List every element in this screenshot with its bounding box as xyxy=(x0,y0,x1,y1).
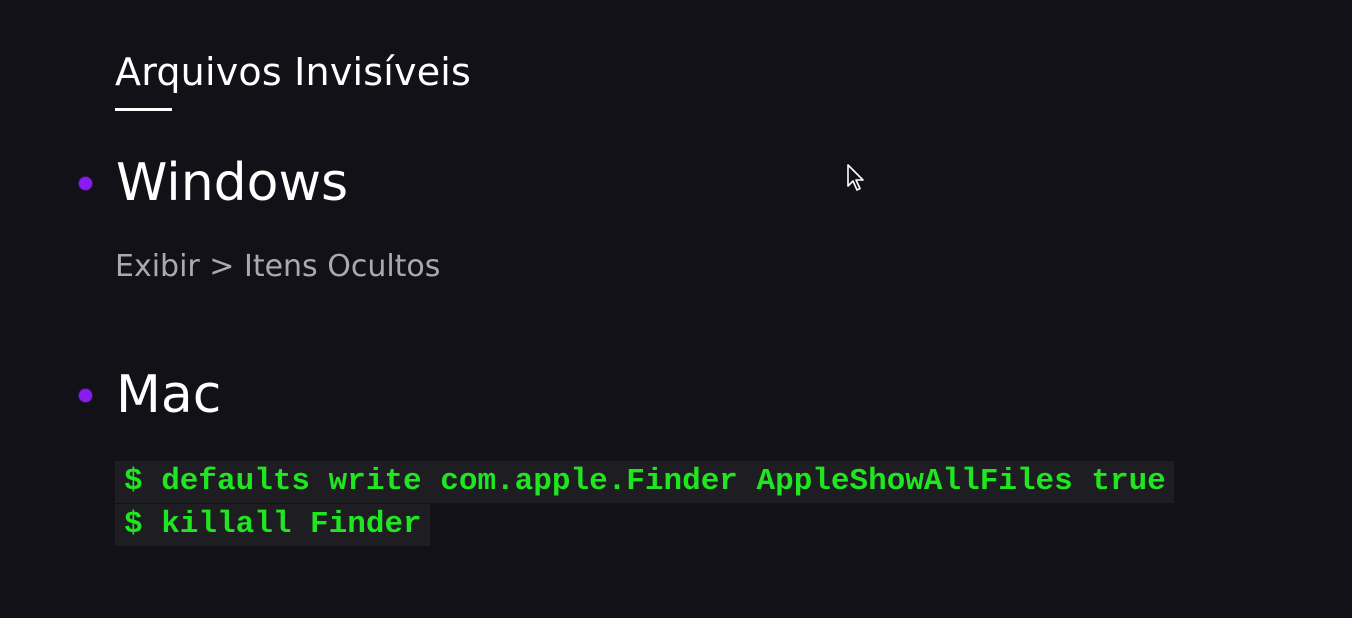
section-heading-windows: Windows xyxy=(116,153,349,213)
title-underline xyxy=(115,108,172,111)
code-line-killall: $ killall Finder xyxy=(115,504,430,546)
slide-title: Arquivos Invisíveis xyxy=(115,50,472,94)
presentation-slide: Arquivos Invisíveis Windows Exibir > Ite… xyxy=(0,0,1352,618)
mouse-pointer-icon xyxy=(847,164,864,191)
section-heading-mac: Mac xyxy=(116,365,222,425)
windows-instructions: Exibir > Itens Ocultos xyxy=(115,249,441,284)
bullet-dot-icon xyxy=(79,177,92,190)
bullet-dot-icon xyxy=(79,389,92,402)
code-line-defaults-write: $ defaults write com.apple.Finder AppleS… xyxy=(115,461,1174,503)
